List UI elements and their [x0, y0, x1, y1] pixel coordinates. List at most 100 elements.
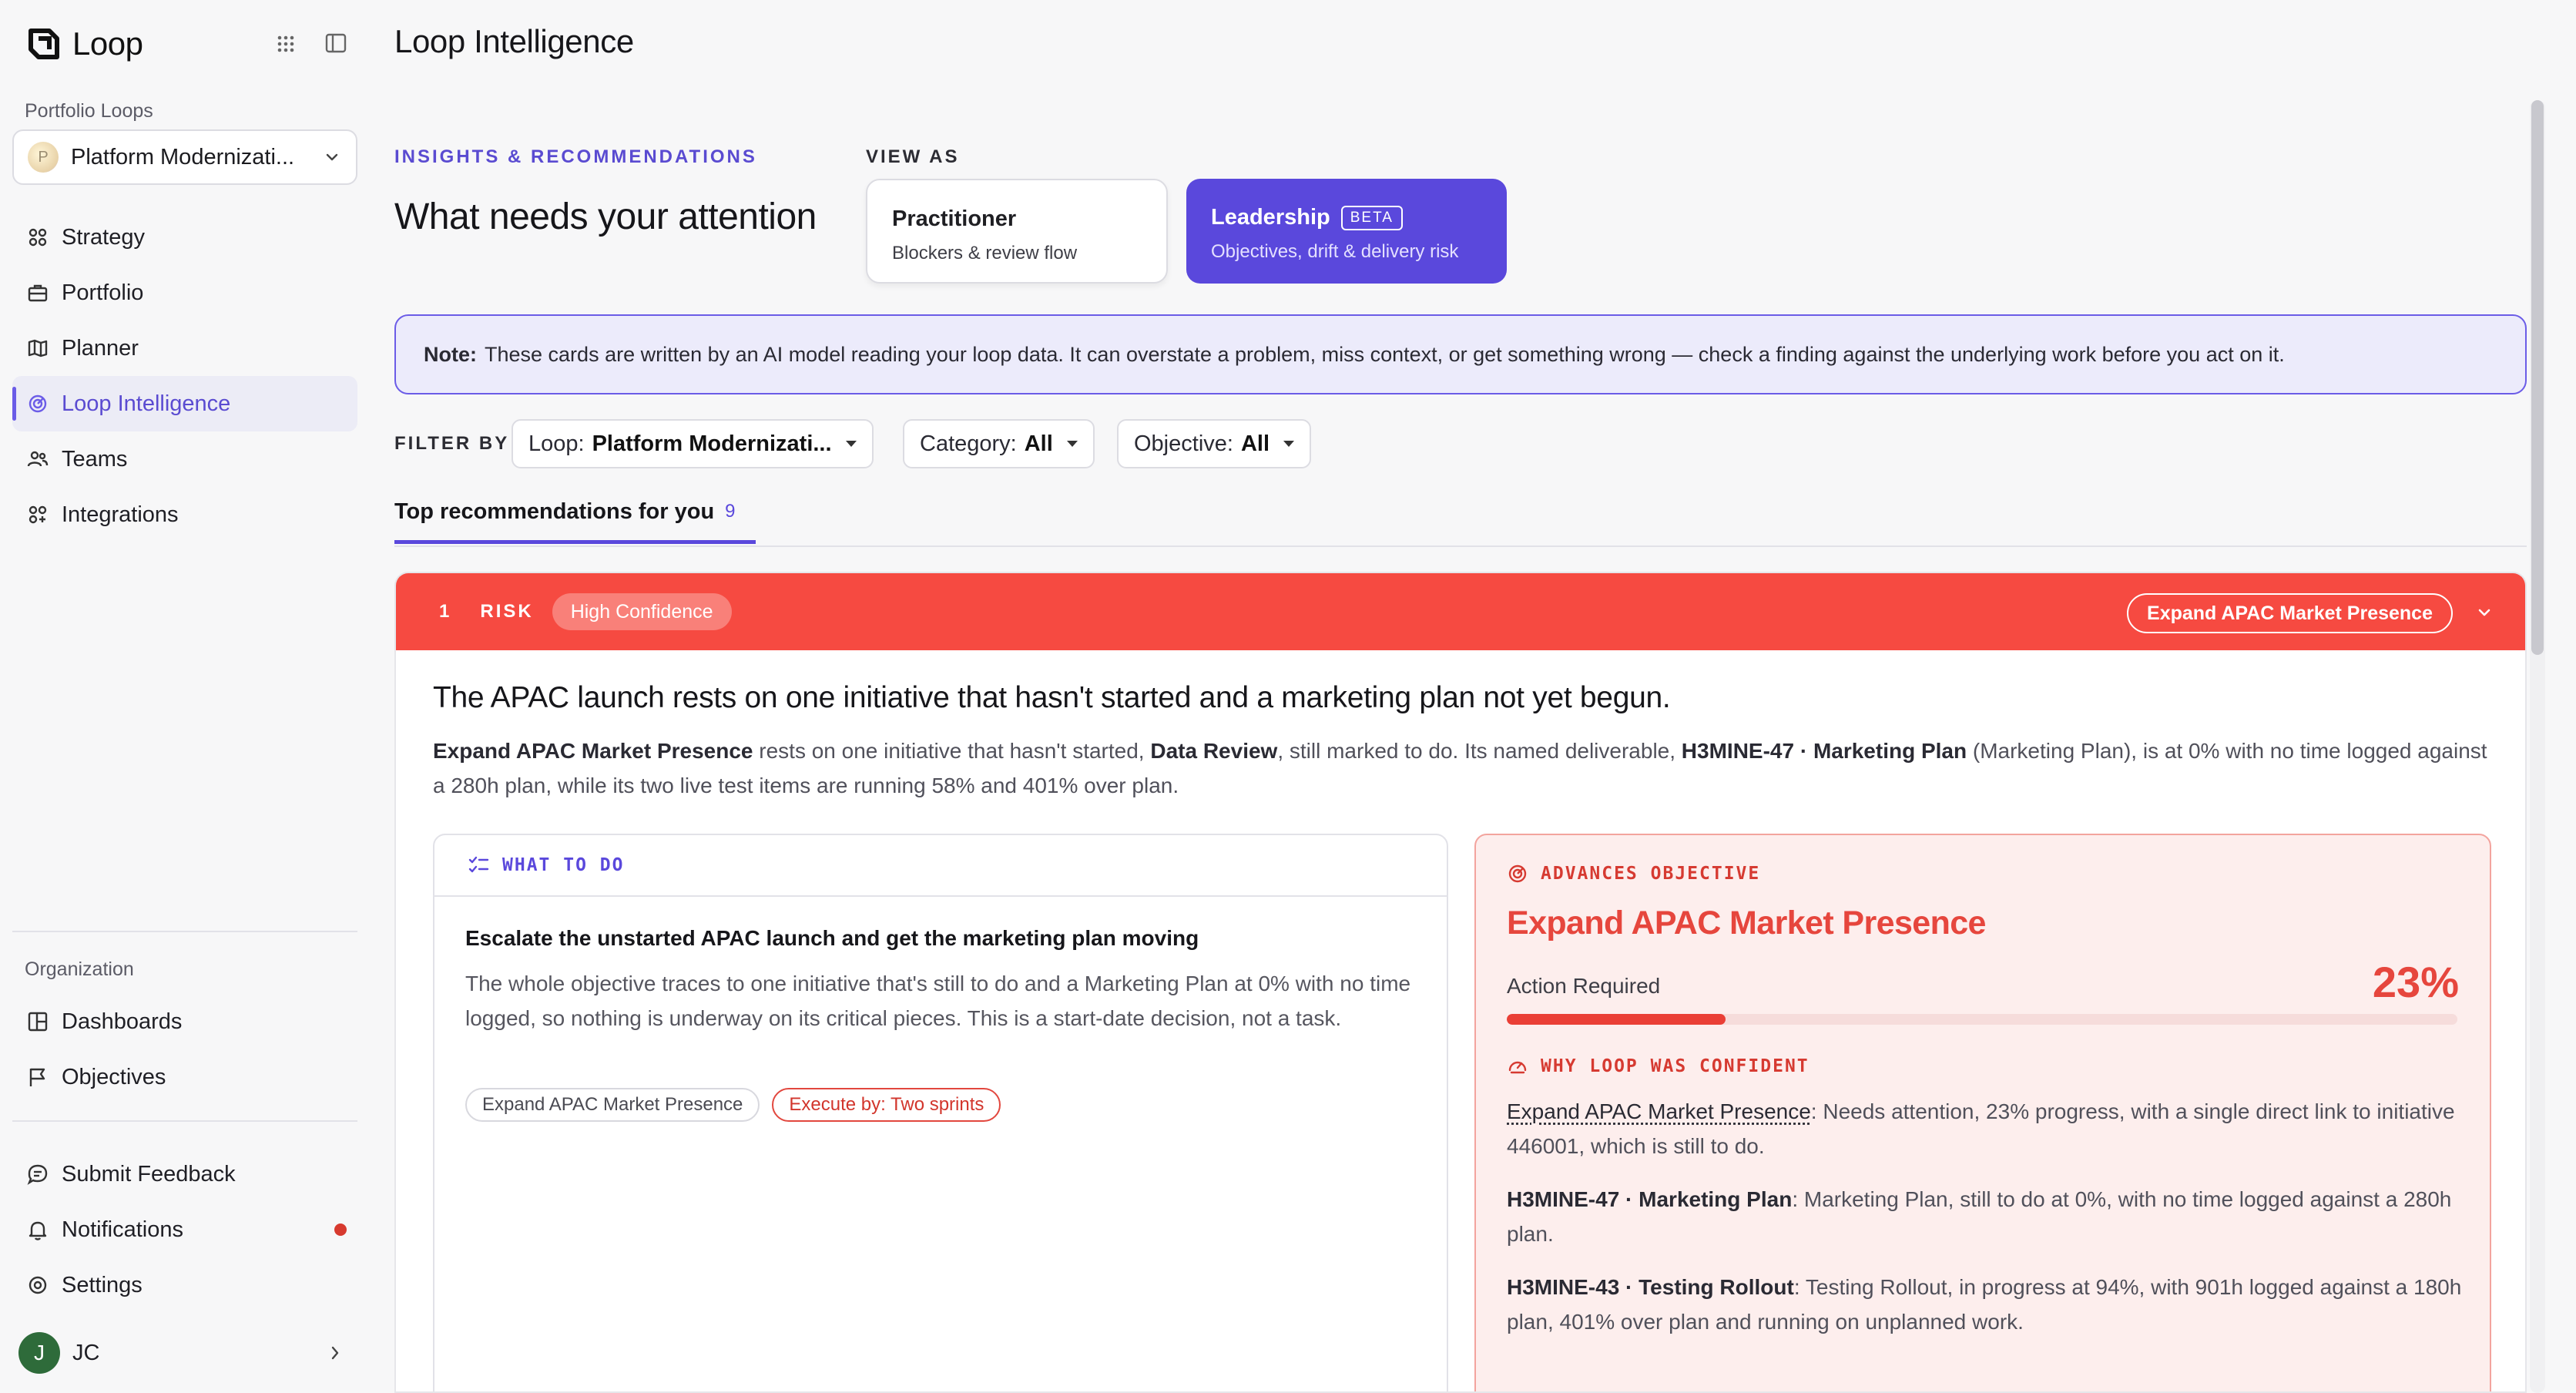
what-to-do-header: WHAT TO DO [434, 835, 1447, 897]
evidence-key: H3MINE-47 · Marketing Plan [1507, 1187, 1793, 1211]
recommendation-header[interactable]: 1 RISK High Confidence Expand APAC Marke… [396, 573, 2525, 650]
evidence-item: H3MINE-43 · Testing Rollout: Testing Rol… [1507, 1270, 2462, 1339]
sidebar-item-label: Strategy [62, 224, 145, 250]
gauge-icon [1508, 1061, 1527, 1074]
sidebar-item-portfolio[interactable]: Portfolio [12, 265, 357, 321]
filter-name: Objective: [1134, 431, 1233, 456]
filter-category[interactable]: Category: All [903, 419, 1095, 468]
summary-objective: Expand APAC Market Presence [433, 739, 753, 763]
avatar: J [18, 1332, 60, 1374]
sidebar-item-integrations[interactable]: Integrations [12, 487, 357, 542]
target-icon [1508, 864, 1527, 883]
summary-text: , still marked to do. Its named delivera… [1277, 739, 1682, 763]
advances-objective-header: ADVANCES OBJECTIVE [1507, 863, 1760, 884]
dashboard-icon [28, 1012, 48, 1032]
radar-icon [29, 394, 47, 413]
action-title: Escalate the unstarted APAC launch and g… [465, 926, 1199, 950]
bell-icon [29, 1221, 47, 1240]
filter-loop[interactable]: Loop: Platform Modernizati... [512, 419, 874, 468]
what-to-do-label: WHAT TO DO [502, 855, 625, 875]
loop-selector[interactable]: P Platform Modernizati... [12, 129, 357, 185]
action-body: The whole objective traces to one initia… [465, 972, 1411, 1030]
apps-grid-icon[interactable] [274, 32, 297, 55]
brand[interactable]: Loop [26, 23, 143, 65]
sidebar-divider [12, 931, 357, 932]
sidebar-item-dashboards[interactable]: Dashboards [12, 994, 357, 1049]
view-option-subtitle: Objectives, drift & delivery risk [1211, 241, 1459, 262]
portfolio-loops-label: Portfolio Loops [25, 100, 153, 122]
briefcase-icon [28, 284, 48, 302]
page-title: Loop Intelligence [394, 23, 634, 59]
insights-eyebrow: INSIGHTS & RECOMMENDATIONS [394, 146, 757, 167]
main-nav: Strategy Portfolio Planner Loop Intellig… [12, 210, 357, 542]
objective-status: Action Required [1507, 974, 1661, 998]
sidebar-item-label: Integrations [62, 502, 179, 527]
recommendation-title: The APAC launch rests on one initiative … [433, 681, 1671, 714]
beta-badge: BETA [1340, 205, 1403, 230]
evidence-key: H3MINE-43 · Testing Rollout [1507, 1275, 1794, 1299]
tab-label: Top recommendations for you [394, 499, 715, 524]
objective-name[interactable]: Expand APAC Market Presence [1507, 905, 1986, 942]
sidebar-item-label: Objectives [62, 1064, 166, 1089]
sidebar-item-submit-feedback[interactable]: Submit Feedback [12, 1146, 357, 1202]
advances-objective-label: ADVANCES OBJECTIVE [1541, 864, 1761, 884]
sidebar-item-planner[interactable]: Planner [12, 321, 357, 376]
tab-divider [394, 545, 2527, 547]
org-nav: Dashboards Objectives [12, 994, 357, 1105]
caret-down-icon [1066, 441, 1078, 447]
chevron-right-icon [331, 1346, 339, 1360]
sidebar-item-label: Dashboards [62, 1009, 183, 1034]
note-text: These cards are written by an AI model r… [485, 342, 2285, 366]
sidebar-item-notifications[interactable]: Notifications [12, 1202, 357, 1257]
action-tags: Expand APAC Market Presence Execute by: … [465, 1088, 1001, 1122]
scrollbar-thumb[interactable] [2531, 100, 2544, 655]
recommendation-number: 1 [439, 601, 450, 622]
evidence-key[interactable]: Expand APAC Market Presence [1507, 1099, 1811, 1123]
gear-icon [29, 1276, 47, 1294]
loop-avatar: P [28, 142, 59, 173]
strategy-icon [29, 228, 47, 247]
sidebar-item-label: Portfolio [62, 280, 144, 305]
sidebar-item-teams[interactable]: Teams [12, 431, 357, 487]
app-name: Loop [72, 25, 143, 62]
footer-nav: Submit Feedback Notifications Settings [12, 1146, 357, 1313]
view-option-subtitle: Blockers & review flow [892, 243, 1078, 263]
summary-deliverable: H3MINE-47 · Marketing Plan [1681, 739, 1967, 763]
map-icon [28, 339, 48, 357]
objective-progress-value: 23% [2372, 958, 2459, 1006]
filter-objective[interactable]: Objective: All [1117, 419, 1312, 468]
filter-value: All [1240, 431, 1270, 456]
view-as-leadership[interactable]: Leadership BETA Objectives, drift & deli… [1186, 179, 1507, 284]
sidebar: Loop Portfolio Loops P Platform Moderniz… [0, 0, 370, 1393]
sidebar-item-label: Loop Intelligence [62, 391, 231, 416]
sidebar-item-label: Planner [62, 335, 139, 361]
sidebar-item-loop-intelligence[interactable]: Loop Intelligence [12, 376, 357, 431]
ai-disclaimer-note: Note: These cards are written by an AI m… [394, 314, 2527, 394]
organization-label: Organization [25, 958, 134, 980]
chevron-down-icon[interactable] [2474, 603, 2494, 623]
summary-initiative: Data Review [1150, 739, 1278, 763]
what-to-do-panel: WHAT TO DO Escalate the unstarted APAC l… [433, 834, 1448, 1391]
sidebar-divider [12, 1120, 357, 1122]
sidebar-item-label: Notifications [62, 1217, 183, 1242]
summary-text: rests on one initiative that hasn't star… [753, 739, 1151, 763]
sidebar-toggle-icon[interactable] [324, 31, 348, 55]
loop-selector-value: Platform Modernizati... [71, 144, 295, 170]
sidebar-item-settings[interactable]: Settings [12, 1257, 357, 1313]
sidebar-item-objectives[interactable]: Objectives [12, 1049, 357, 1105]
user-menu[interactable]: J JC [12, 1328, 357, 1378]
evidence-item: H3MINE-47 · Marketing Plan: Marketing Pl… [1507, 1182, 2462, 1251]
filter-value: All [1024, 431, 1053, 456]
tag-execute-by: Execute by: Two sprints [772, 1088, 1001, 1122]
tab-top-recommendations[interactable]: Top recommendations for you 9 [394, 499, 756, 544]
filter-name: Category: [920, 431, 1017, 456]
recommendation-category: RISK [480, 601, 534, 622]
users-icon [27, 451, 49, 467]
objective-pill[interactable]: Expand APAC Market Presence [2127, 593, 2453, 633]
recommendation-summary: Expand APAC Market Presence rests on one… [433, 733, 2497, 803]
sidebar-item-strategy[interactable]: Strategy [12, 210, 357, 265]
notification-dot [334, 1223, 347, 1236]
tag-objective[interactable]: Expand APAC Market Presence [465, 1088, 760, 1122]
why-confident-header: WHY LOOP WAS CONFIDENT [1507, 1056, 1810, 1077]
view-as-practitioner[interactable]: Practitioner Blockers & review flow [866, 179, 1168, 284]
